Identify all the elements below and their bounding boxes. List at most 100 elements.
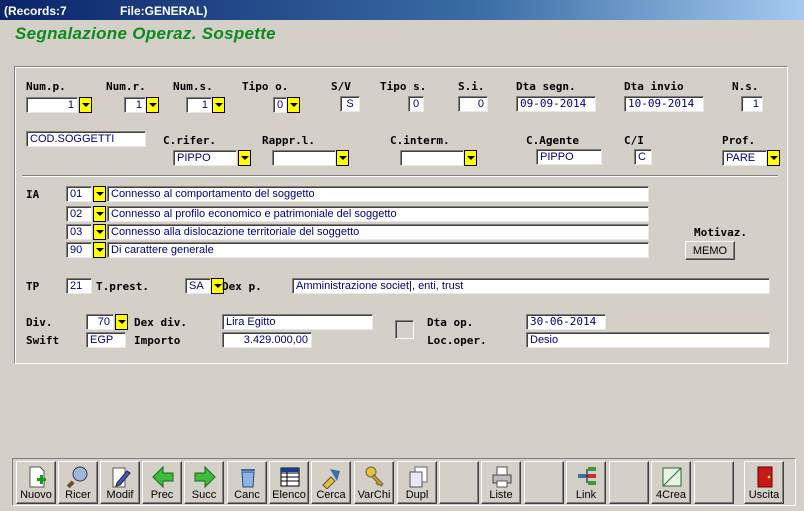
ia-dropdown-icon[interactable] (93, 206, 106, 222)
dex-p-label: Dex p. (222, 280, 262, 293)
trash-icon (241, 469, 255, 488)
tipo-s-field[interactable]: 0 (408, 96, 424, 112)
swift-label: Swift (26, 334, 60, 347)
ia-description-field[interactable]: Connesso alla dislocazione territoriale … (107, 224, 649, 240)
cod-soggetti-field[interactable]: COD.SOGGETTI (26, 131, 146, 147)
motivaz-label: Motivaz. (694, 226, 747, 239)
num-p-field[interactable]: 1 (26, 97, 78, 113)
modif-button[interactable]: Modif (100, 461, 140, 504)
records-count: (Records:7 (4, 4, 67, 18)
dex-p-field[interactable]: Amministrazione societ|, enti, trust (292, 278, 770, 294)
find-icon (322, 469, 340, 489)
c-agente-field[interactable]: PIPPO (536, 149, 602, 165)
tipo-o-field[interactable]: 0 (273, 97, 287, 113)
canc-button[interactable]: Canc (227, 461, 267, 504)
file-name: File:GENERAL) (120, 4, 208, 18)
tipo-o-dropdown-icon[interactable] (287, 97, 300, 113)
4crea-label: 4Crea (656, 489, 686, 501)
modif-label: Modif (106, 489, 134, 501)
varchi-label: VarChi (357, 489, 391, 501)
ia-description-field[interactable]: Connesso al comportamento del soggetto (107, 186, 649, 202)
num-r-dropdown-icon[interactable] (146, 97, 159, 113)
create-icon (662, 467, 682, 487)
t-prest-field[interactable]: SA (185, 278, 211, 294)
rappr-l-dropdown-icon[interactable] (336, 150, 349, 166)
dupl-button[interactable]: Dupl (397, 461, 437, 504)
liste-button[interactable]: Liste (481, 461, 521, 504)
prec-button[interactable]: Prec (142, 461, 182, 504)
num-r-label: Num.r. (106, 80, 146, 93)
exit-door-icon (757, 466, 773, 488)
rappr-l-label: Rappr.l. (262, 134, 315, 147)
ricer-label: Ricer (65, 489, 91, 501)
memo-button[interactable]: MEMO (685, 241, 735, 260)
prof-label: Prof. (722, 134, 756, 147)
tp-label: TP (26, 280, 40, 293)
4crea-button[interactable]: 4Crea (651, 461, 691, 504)
importo-field[interactable]: 3.429.000,00 (222, 332, 312, 348)
dta-op-label: Dta op. (427, 316, 474, 329)
sv-label: S/V (331, 80, 351, 93)
num-s-dropdown-icon[interactable] (212, 97, 225, 113)
swift-field[interactable]: EGP (86, 332, 126, 348)
checkbox[interactable] (395, 320, 414, 339)
num-r-field[interactable]: 1 (124, 97, 146, 113)
ia-code-field[interactable]: 90 (66, 242, 92, 258)
dta-op-field[interactable]: 30-06-2014 (526, 314, 606, 330)
loc-oper-field[interactable]: Desio (526, 332, 770, 348)
num-s-label: Num.s. (173, 80, 213, 93)
rappr-l-field[interactable] (272, 150, 336, 166)
sv-field[interactable]: S (340, 96, 360, 112)
ia-code-field[interactable]: 03 (66, 224, 92, 240)
succ-button[interactable]: Succ (184, 461, 224, 504)
search-icon (67, 466, 88, 489)
c-rifer-field[interactable]: PIPPO (173, 150, 237, 166)
succ-label: Succ (191, 489, 217, 501)
dupl-label: Dupl (405, 489, 429, 501)
empty-button[interactable] (524, 461, 564, 504)
ia-code-field[interactable]: 01 (66, 186, 92, 202)
dex-div-field[interactable]: Lira Egitto (222, 314, 373, 330)
canc-label: Canc (234, 489, 260, 501)
link-button[interactable]: Link (566, 461, 606, 504)
ia-dropdown-icon[interactable] (93, 224, 106, 240)
c-rifer-dropdown-icon[interactable] (238, 150, 251, 166)
si-field[interactable]: 0 (458, 96, 488, 112)
prof-field[interactable]: PARE (722, 150, 767, 166)
keys-icon (365, 466, 384, 487)
nuovo-button[interactable]: Nuovo (16, 461, 56, 504)
cerca-button[interactable]: Cerca (311, 461, 351, 504)
tp-field[interactable]: 21 (66, 278, 92, 294)
t-prest-label: T.prest. (96, 280, 149, 293)
num-p-dropdown-icon[interactable] (79, 97, 92, 113)
nuovo-label: Nuovo (20, 489, 52, 501)
ns-field[interactable]: 1 (741, 96, 763, 112)
ricer-button[interactable]: Ricer (58, 461, 98, 504)
page-title: Segnalazione Operaz. Sospette (15, 24, 276, 43)
ia-dropdown-icon[interactable] (93, 242, 106, 258)
div-dropdown-icon[interactable] (115, 314, 128, 330)
link-icon (578, 467, 596, 485)
c-rifer-label: C.rifer. (163, 134, 216, 147)
empty-button[interactable] (694, 461, 734, 504)
c-interm-dropdown-icon[interactable] (464, 150, 477, 166)
ia-code-field[interactable]: 02 (66, 206, 92, 222)
ci-field[interactable]: C (634, 149, 652, 165)
ia-description-field[interactable]: Connesso al profilo economico e patrimon… (107, 206, 649, 222)
link-label: Link (575, 489, 597, 501)
prof-dropdown-icon[interactable] (767, 150, 780, 166)
dta-invio-field[interactable]: 10-09-2014 (624, 96, 704, 112)
num-s-field[interactable]: 1 (186, 97, 212, 113)
c-interm-field[interactable] (400, 150, 464, 166)
ia-dropdown-icon[interactable] (93, 186, 106, 202)
ns-label: N.s. (732, 80, 759, 93)
empty-button[interactable] (609, 461, 649, 504)
elenco-button[interactable]: Elenco (269, 461, 309, 504)
ia-description-field[interactable]: Di carattere generale (107, 242, 649, 258)
varchi-button[interactable]: VarChi (354, 461, 394, 504)
div-label: Div. (26, 316, 53, 329)
empty-button[interactable] (439, 461, 479, 504)
div-field[interactable]: 70 (86, 314, 114, 330)
uscita-button[interactable]: Uscita (744, 461, 784, 504)
dta-segn-field[interactable]: 09-09-2014 (516, 96, 596, 112)
